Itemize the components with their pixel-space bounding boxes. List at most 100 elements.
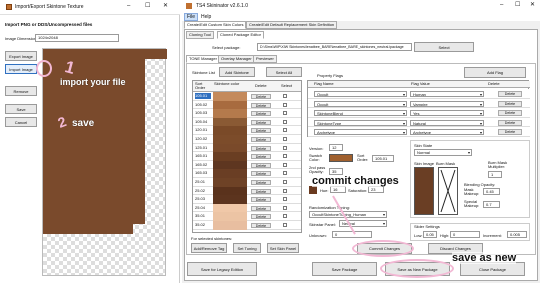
swatch-color-box[interactable] xyxy=(329,154,353,162)
flag-value-select[interactable]: Natural xyxy=(410,119,484,126)
delete-row-button[interactable]: Delete xyxy=(251,205,271,211)
save-package-button[interactable]: Save Package xyxy=(312,262,377,276)
randomization-select[interactable]: OccultSkintoneTuning_Human xyxy=(309,211,387,218)
burn-mask-preview[interactable] xyxy=(438,167,458,215)
delete-row-button[interactable]: Delete xyxy=(251,188,271,194)
delete-row-button[interactable]: Delete xyxy=(251,102,271,108)
flag-name-select[interactable]: Occult xyxy=(314,91,407,97)
select-checkbox[interactable] xyxy=(283,145,287,150)
tab-cloning-tool[interactable]: Cloning Tool xyxy=(186,31,214,39)
tab-default-replacement[interactable]: Create/Edit Default Replacement Skin Def… xyxy=(246,21,338,29)
package-path-field[interactable]: D:\Sims\WIP\XIW Skintones\lenatbee_BARE\… xyxy=(257,43,412,51)
select-checkbox[interactable] xyxy=(283,154,287,159)
delete-flag-button[interactable]: Delete xyxy=(498,91,522,97)
skin-image-preview[interactable] xyxy=(414,167,434,215)
delete-row-button[interactable]: Delete xyxy=(251,145,271,151)
delete-row-button[interactable]: Delete xyxy=(251,154,271,160)
delete-flag-button[interactable]: Delete xyxy=(498,110,522,117)
table-row[interactable]: 105.04 Delete xyxy=(193,117,301,127)
select-checkbox[interactable] xyxy=(283,128,287,133)
cancel-button[interactable]: Cancel xyxy=(5,117,37,127)
table-row[interactable]: 120.02 Delete xyxy=(193,135,301,144)
table-row[interactable]: 35.01 Delete xyxy=(193,212,301,221)
flag-name-select[interactable]: SkintoneBlend xyxy=(314,110,407,117)
opacity-field[interactable]: 35 xyxy=(329,168,343,175)
delete-row-button[interactable]: Delete xyxy=(251,223,271,228)
maximize-icon[interactable]: ☐ xyxy=(145,2,150,9)
close-icon[interactable]: ✕ xyxy=(163,2,168,9)
flag-name-select[interactable]: Archetype xyxy=(314,129,407,136)
flag-name-select[interactable]: Occult xyxy=(314,100,407,107)
delete-row-button[interactable]: Delete xyxy=(251,137,271,142)
delete-row-button[interactable]: Delete xyxy=(251,180,271,185)
table-row[interactable]: 35.02 Delete xyxy=(193,221,301,230)
flag-value-select[interactable]: Yes xyxy=(410,110,484,117)
select-checkbox[interactable] xyxy=(283,197,287,202)
delete-row-button[interactable]: Delete xyxy=(251,128,271,134)
delete-row-button[interactable]: Delete xyxy=(251,162,271,168)
delete-row-button[interactable]: Delete xyxy=(251,214,271,220)
dimensions-field[interactable]: 1024x2048 xyxy=(35,34,119,42)
saturation-field[interactable]: 23 xyxy=(368,186,384,193)
close-package-button[interactable]: Close Package xyxy=(460,262,525,276)
table-row[interactable]: 105.02 Delete xyxy=(193,100,301,110)
flag-value-select[interactable]: Human xyxy=(410,91,484,97)
select-checkbox[interactable] xyxy=(283,102,287,107)
flag-value-select[interactable]: Archetype xyxy=(410,129,484,136)
table-row[interactable]: 125.01 Delete xyxy=(193,143,301,153)
tab-previewer[interactable]: Previewer xyxy=(253,55,277,63)
table-row[interactable]: 165.03 Delete xyxy=(193,169,301,178)
export-image-button[interactable]: Export Image xyxy=(5,51,37,61)
flag-name-select[interactable]: SkintoneType xyxy=(314,119,407,126)
sort-order-field[interactable]: 105.01 xyxy=(372,155,394,162)
delete-row-button[interactable]: Delete xyxy=(251,94,271,99)
table-row[interactable]: 25.03 Delete xyxy=(193,195,301,204)
tab-cloned-package-editor[interactable]: Cloned Package Editor xyxy=(217,31,264,39)
delete-flag-button[interactable]: Delete xyxy=(498,100,522,107)
tab-custom-skin-colors[interactable]: Create/Edit Custom Skin Colors xyxy=(184,21,247,29)
select-package-button[interactable]: Select xyxy=(414,42,474,52)
add-skintone-button[interactable]: Add Skintone xyxy=(219,67,255,77)
delete-row-button[interactable]: Delete xyxy=(251,171,271,177)
right-close-icon[interactable]: ✕ xyxy=(530,1,535,8)
import-image-button[interactable]: Import Image xyxy=(5,64,37,74)
delete-row-button[interactable]: Delete xyxy=(251,119,271,125)
version-field[interactable]: 12 xyxy=(329,144,343,151)
table-row[interactable]: 105.03 Delete xyxy=(193,109,301,118)
skin-state-select[interactable]: Normal xyxy=(414,149,472,156)
select-checkbox[interactable] xyxy=(283,111,287,116)
minimize-icon[interactable]: – xyxy=(127,3,130,9)
set-skin-panel-button[interactable]: Set Skin Panel xyxy=(267,243,299,253)
select-checkbox[interactable] xyxy=(283,137,287,141)
hue-field[interactable]: 16 xyxy=(330,186,346,193)
increment-field[interactable]: 0.005 xyxy=(507,231,527,238)
add-remove-tag-button[interactable]: Add/Remove Tag xyxy=(191,243,227,253)
delete-row-button[interactable]: Delete xyxy=(251,197,271,203)
right-maximize-icon[interactable]: ☐ xyxy=(515,1,520,8)
select-checkbox[interactable] xyxy=(283,188,287,193)
table-row[interactable]: 25.01 Delete xyxy=(193,178,301,187)
table-row[interactable]: 120.01 Delete xyxy=(193,126,301,135)
select-checkbox[interactable] xyxy=(283,171,287,176)
table-row[interactable]: 25.04 Delete xyxy=(193,203,301,213)
table-row[interactable]: 165.02 Delete xyxy=(193,160,301,170)
right-minimize-icon[interactable]: – xyxy=(500,2,503,8)
delete-flag-button[interactable]: Delete xyxy=(498,119,522,126)
menu-file[interactable]: File xyxy=(184,13,199,21)
remove-button[interactable]: Remove xyxy=(5,86,37,96)
save-button[interactable]: Save xyxy=(5,104,37,114)
table-row[interactable]: 25.02 Delete xyxy=(193,186,301,196)
table-row[interactable]: 165.01 Delete xyxy=(193,152,301,161)
select-checkbox[interactable] xyxy=(283,119,287,124)
select-checkbox[interactable] xyxy=(283,223,287,227)
select-checkbox[interactable] xyxy=(283,94,287,98)
tab-overlay-manager[interactable]: Overlay Manager xyxy=(218,55,255,63)
menu-help[interactable]: Help xyxy=(201,14,211,20)
high-field[interactable]: 0 xyxy=(450,231,480,238)
select-checkbox[interactable] xyxy=(283,180,287,184)
burn-multiplier-field[interactable]: 1 xyxy=(488,171,502,178)
table-row[interactable]: 105.01 Delete xyxy=(193,92,301,101)
delete-row-button[interactable]: Delete xyxy=(251,111,271,117)
mask-makeup-field[interactable]: 0.45 xyxy=(483,188,500,195)
save-legacy-button[interactable]: Save for Legacy Edition xyxy=(187,262,257,276)
